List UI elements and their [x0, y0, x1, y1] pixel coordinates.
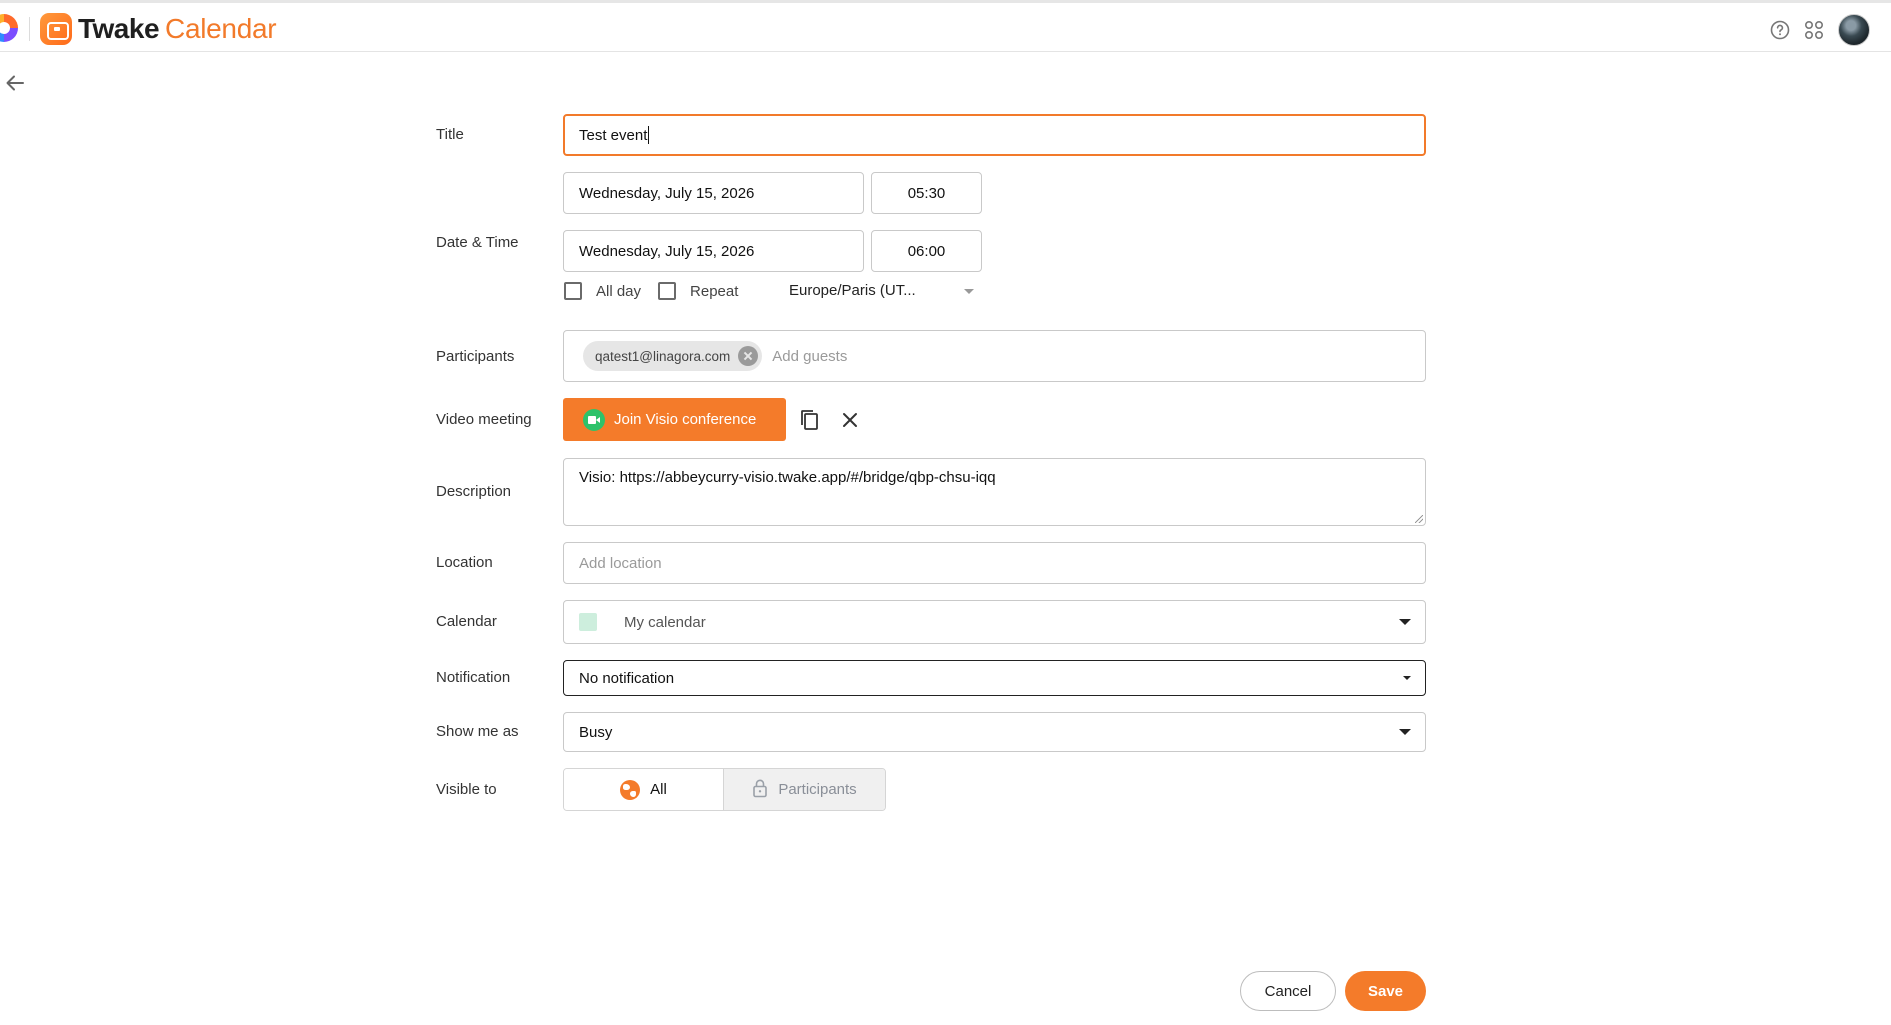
join-visio-button[interactable]: Join Visio conference	[563, 398, 786, 441]
help-circle-icon[interactable]	[1769, 19, 1791, 41]
visible-to-label: Visible to	[436, 781, 497, 798]
visibility-participants-label: Participants	[778, 781, 857, 798]
chevron-down-icon	[1399, 619, 1411, 625]
join-visio-label: Join Visio conference	[614, 411, 757, 428]
participants-field[interactable]: qatest1@linagora.com Add guests	[563, 330, 1426, 382]
apps-grid-icon[interactable]	[1803, 19, 1825, 41]
notification-label: Notification	[436, 669, 511, 686]
end-date-value: Wednesday, July 15, 2026	[579, 242, 755, 260]
visibility-all-label: All	[650, 781, 667, 798]
start-time-field[interactable]: 05:30	[871, 172, 982, 214]
calendar-value: My calendar	[624, 613, 706, 631]
visibility-toggle: All Participants	[563, 768, 886, 811]
save-button[interactable]: Save	[1345, 971, 1426, 1011]
visibility-option-participants[interactable]: Participants	[723, 769, 885, 810]
start-time-value: 05:30	[907, 184, 946, 202]
datetime-options: All day Repeat	[564, 282, 738, 300]
timezone-select[interactable]: Europe/Paris (UT...	[789, 282, 974, 299]
show-me-as-select[interactable]: Busy	[563, 712, 1426, 752]
globe-icon	[620, 779, 641, 800]
all-day-label: All day	[596, 282, 642, 300]
text-cursor	[648, 126, 650, 144]
location-input[interactable]: Add location	[563, 542, 1426, 584]
start-date-field[interactable]: Wednesday, July 15, 2026	[563, 172, 864, 214]
video-camera-icon	[583, 408, 605, 431]
cancel-button[interactable]: Cancel	[1240, 971, 1336, 1011]
end-time-value: 06:00	[907, 242, 946, 260]
brand-name-primary: Twake	[78, 13, 160, 44]
calendar-select[interactable]: My calendar	[563, 600, 1426, 644]
chevron-down-icon	[964, 289, 974, 294]
participants-label: Participants	[436, 348, 515, 365]
chevron-down-icon	[1403, 676, 1411, 680]
logo-divider	[29, 17, 30, 41]
arrow-left-icon[interactable]	[4, 72, 26, 94]
title-label: Title	[436, 126, 464, 143]
participant-email: qatest1@linagora.com	[595, 348, 731, 364]
show-me-as-label: Show me as	[436, 723, 519, 740]
visibility-option-all[interactable]: All	[564, 769, 723, 810]
lock-icon	[752, 778, 768, 802]
end-time-field[interactable]: 06:00	[871, 230, 982, 272]
all-day-checkbox[interactable]	[564, 282, 582, 300]
app-switcher-logo-icon[interactable]	[0, 14, 18, 42]
brand-name-secondary: Calendar	[165, 13, 277, 44]
repeat-checkbox[interactable]	[658, 282, 677, 300]
top-bar: Twake Calendar	[0, 0, 1891, 52]
notification-select[interactable]: No notification	[563, 660, 1426, 696]
remove-participant-icon[interactable]	[738, 346, 759, 366]
chevron-down-icon	[1399, 729, 1411, 735]
start-date-value: Wednesday, July 15, 2026	[579, 184, 755, 202]
participant-chip: qatest1@linagora.com	[583, 341, 763, 371]
location-placeholder: Add location	[579, 554, 662, 572]
title-value: Test event	[579, 126, 648, 144]
video-meeting-label: Video meeting	[436, 411, 532, 428]
user-avatar[interactable]	[1838, 14, 1870, 46]
close-icon[interactable]	[836, 406, 864, 434]
calendar-app-icon	[40, 13, 72, 45]
show-me-as-value: Busy	[579, 723, 613, 741]
timezone-value: Europe/Paris (UT...	[789, 282, 916, 299]
description-value: Visio: https://abbeycurry-visio.twake.ap…	[579, 469, 996, 486]
add-guests-placeholder: Add guests	[772, 347, 848, 365]
title-input[interactable]: Test event	[563, 114, 1426, 156]
copy-icon[interactable]	[796, 406, 824, 434]
description-textarea[interactable]: Visio: https://abbeycurry-visio.twake.ap…	[563, 458, 1426, 526]
calendar-label: Calendar	[436, 613, 497, 630]
end-date-field[interactable]: Wednesday, July 15, 2026	[563, 230, 864, 272]
description-label: Description	[436, 483, 512, 500]
resize-handle-icon[interactable]	[1415, 515, 1423, 523]
calendar-color-swatch	[579, 613, 597, 631]
brand-logo[interactable]: Twake Calendar	[40, 13, 277, 45]
repeat-label: Repeat	[690, 282, 739, 300]
location-label: Location	[436, 554, 493, 571]
datetime-label: Date & Time	[436, 234, 519, 251]
notification-value: No notification	[579, 669, 675, 687]
